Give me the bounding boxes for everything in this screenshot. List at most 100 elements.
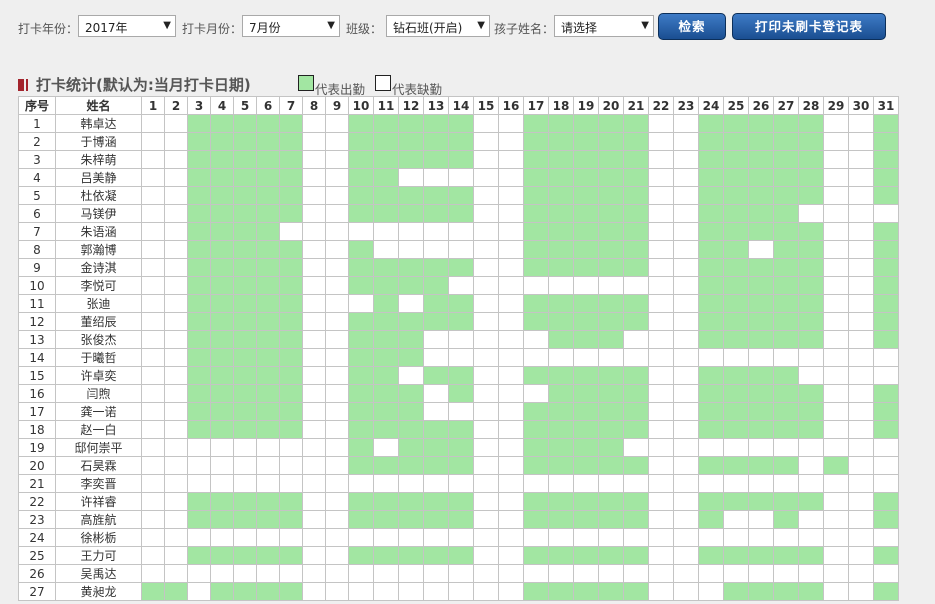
attendance-cell-present xyxy=(348,258,374,277)
attendance-cell-present xyxy=(873,114,899,133)
attendance-cell-present xyxy=(598,582,624,601)
chevron-down-icon: ▼ xyxy=(641,20,649,31)
attendance-cell-present xyxy=(279,384,303,403)
attendance-cell-present xyxy=(523,312,549,331)
attendance-cell-present xyxy=(748,204,774,223)
month-select[interactable]: 7月份 ▼ xyxy=(242,15,340,37)
student-name: 李奕晋 xyxy=(55,474,142,493)
attendance-cell-present xyxy=(773,222,799,241)
attendance-cell-absent xyxy=(141,258,165,277)
attendance-cell-absent xyxy=(141,294,165,313)
attendance-cell-present xyxy=(548,204,574,223)
attendance-cell-absent xyxy=(141,330,165,349)
attendance-cell-present xyxy=(873,330,899,349)
attendance-cell-absent xyxy=(823,528,849,547)
attendance-cell-absent xyxy=(823,546,849,565)
attendance-cell-absent xyxy=(473,294,499,313)
attendance-cell-present xyxy=(573,294,599,313)
attendance-cell-absent xyxy=(798,564,824,583)
attendance-cell-present xyxy=(348,510,374,529)
attendance-cell-absent xyxy=(302,456,326,475)
year-select-value: 2017年 xyxy=(85,21,128,35)
attendance-cell-present xyxy=(164,582,188,601)
attendance-cell-present xyxy=(187,150,211,169)
print-unswiped-button[interactable]: 打印未刷卡登记表 xyxy=(732,13,886,40)
attendance-cell-absent xyxy=(164,456,188,475)
class-select[interactable]: 钻石班(开启) ▼ xyxy=(386,15,490,37)
attendance-cell-present xyxy=(548,168,574,187)
attendance-cell-present xyxy=(523,402,549,421)
attendance-cell-present xyxy=(798,582,824,601)
row-index: 18 xyxy=(18,420,56,439)
attendance-cell-present xyxy=(233,204,257,223)
attendance-cell-present xyxy=(373,186,399,205)
day-header: 15 xyxy=(473,96,499,115)
attendance-cell-present xyxy=(723,114,749,133)
attendance-cell-absent xyxy=(823,564,849,583)
attendance-cell-present xyxy=(773,276,799,295)
attendance-cell-absent xyxy=(398,168,424,187)
attendance-cell-absent xyxy=(648,294,674,313)
student-name: 许卓奕 xyxy=(55,366,142,385)
attendance-cell-absent xyxy=(141,240,165,259)
attendance-cell-absent xyxy=(279,456,303,475)
attendance-cell-present xyxy=(573,438,599,457)
row-index: 11 xyxy=(18,294,56,313)
attendance-cell-absent xyxy=(848,222,874,241)
attendance-cell-absent xyxy=(673,276,699,295)
year-select[interactable]: 2017年 ▼ xyxy=(78,15,176,37)
attendance-cell-present xyxy=(698,150,724,169)
attendance-cell-present xyxy=(623,312,649,331)
attendance-cell-absent xyxy=(141,402,165,421)
day-header: 16 xyxy=(498,96,524,115)
attendance-cell-absent xyxy=(773,438,799,457)
attendance-cell-absent xyxy=(498,438,524,457)
attendance-cell-present xyxy=(373,348,399,367)
attendance-cell-present xyxy=(187,276,211,295)
attendance-cell-absent xyxy=(748,438,774,457)
attendance-cell-present xyxy=(348,456,374,475)
child-select[interactable]: 请选择 ▼ xyxy=(554,15,654,37)
day-header: 22 xyxy=(648,96,674,115)
attendance-cell-present xyxy=(798,114,824,133)
attendance-cell-present xyxy=(448,258,474,277)
attendance-cell-absent xyxy=(848,402,874,421)
attendance-cell-present xyxy=(723,258,749,277)
attendance-cell-absent xyxy=(210,528,234,547)
attendance-cell-present xyxy=(598,312,624,331)
attendance-cell-absent xyxy=(848,384,874,403)
attendance-cell-absent xyxy=(673,168,699,187)
attendance-cell-present xyxy=(873,492,899,511)
attendance-cell-present xyxy=(348,240,374,259)
table-row: 13 张俊杰 xyxy=(18,330,899,349)
attendance-cell-absent xyxy=(164,438,188,457)
header-row: 序号 姓名 1 2 3 4 5 6 7 8 9 10 11 12 13 14 15 16 17 18 19 20 21 2… xyxy=(18,96,899,115)
attendance-cell-absent xyxy=(473,366,499,385)
attendance-cell-absent xyxy=(648,348,674,367)
attendance-cell-absent xyxy=(398,528,424,547)
attendance-cell-present xyxy=(233,330,257,349)
attendance-cell-present xyxy=(723,420,749,439)
attendance-cell-present xyxy=(773,366,799,385)
student-name: 黄昶龙 xyxy=(55,582,142,601)
attendance-cell-present xyxy=(748,186,774,205)
attendance-cell-present xyxy=(348,546,374,565)
attendance-cell-absent xyxy=(164,114,188,133)
row-index: 6 xyxy=(18,204,56,223)
student-name: 李悦可 xyxy=(55,276,142,295)
search-button[interactable]: 检索 xyxy=(658,13,726,40)
attendance-cell-present xyxy=(187,348,211,367)
table-row: 24 徐彬栃 xyxy=(18,528,899,547)
student-name: 许祥睿 xyxy=(55,492,142,511)
attendance-cell-absent xyxy=(823,186,849,205)
attendance-cell-present xyxy=(773,150,799,169)
day-header: 14 xyxy=(448,96,474,115)
table-row: 22 许祥睿 xyxy=(18,492,899,511)
attendance-cell-present xyxy=(210,312,234,331)
attendance-cell-present xyxy=(348,366,374,385)
attendance-cell-absent xyxy=(573,528,599,547)
attendance-cell-absent xyxy=(673,510,699,529)
attendance-cell-present xyxy=(373,132,399,151)
attendance-cell-present xyxy=(773,420,799,439)
attendance-cell-absent xyxy=(623,528,649,547)
